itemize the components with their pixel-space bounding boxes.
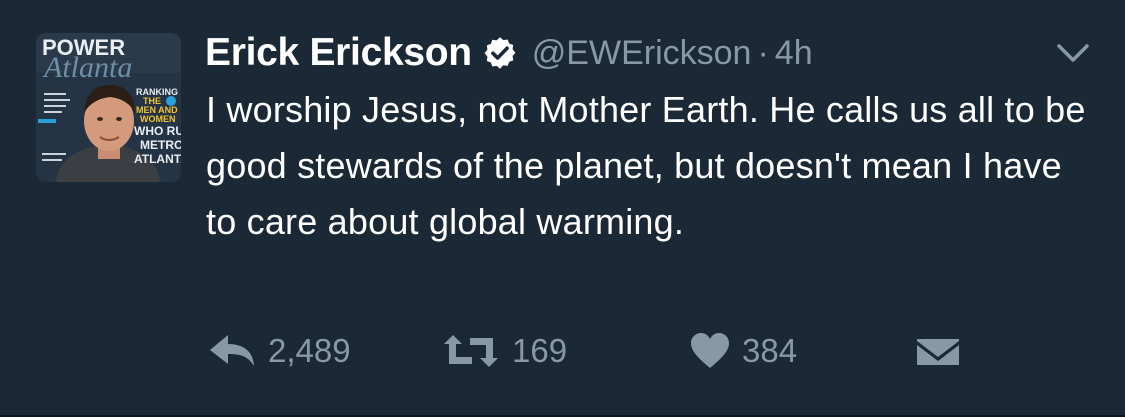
tweet-card[interactable]: POWER Atlanta RANKING THE MEN AND WOMEN … [0, 0, 1125, 417]
tweet-actions: 2,489 169 384 [208, 326, 1108, 376]
cover-line: METRO [140, 138, 181, 152]
svg-text:Atlanta: Atlanta [42, 51, 132, 84]
timestamp[interactable]: 4h [775, 34, 813, 73]
chevron-down-icon[interactable] [1055, 38, 1091, 68]
like-button[interactable]: 384 [690, 326, 797, 376]
author-handle[interactable]: @EWErickson [532, 34, 752, 73]
retweet-icon [442, 333, 500, 369]
retweet-button[interactable]: 169 [442, 326, 567, 376]
direct-message-button[interactable] [915, 326, 961, 376]
cover-line: ATLANTA [134, 152, 181, 166]
reply-button[interactable]: 2,489 [208, 326, 351, 376]
like-count: 384 [742, 332, 798, 369]
reply-icon [208, 333, 256, 369]
separator-dot: · [757, 33, 769, 72]
cover-line: WOMEN [140, 114, 176, 124]
heart-icon [690, 333, 730, 369]
retweet-count: 169 [512, 332, 568, 369]
tweet-header: Erick Erickson @EWErickson · 4h [205, 22, 813, 84]
author-name[interactable]: Erick Erickson [205, 31, 472, 75]
tweet-text: I worship Jesus, not Mother Earth. He ca… [206, 89, 1086, 242]
reply-count: 2,489 [268, 332, 351, 369]
cover-line: WHO RUN [134, 124, 181, 138]
envelope-icon [915, 333, 961, 369]
avatar[interactable]: POWER Atlanta RANKING THE MEN AND WOMEN … [36, 33, 181, 182]
verified-badge-icon [482, 35, 518, 71]
avatar-magazine-cover-image: POWER Atlanta RANKING THE MEN AND WOMEN … [36, 33, 181, 182]
